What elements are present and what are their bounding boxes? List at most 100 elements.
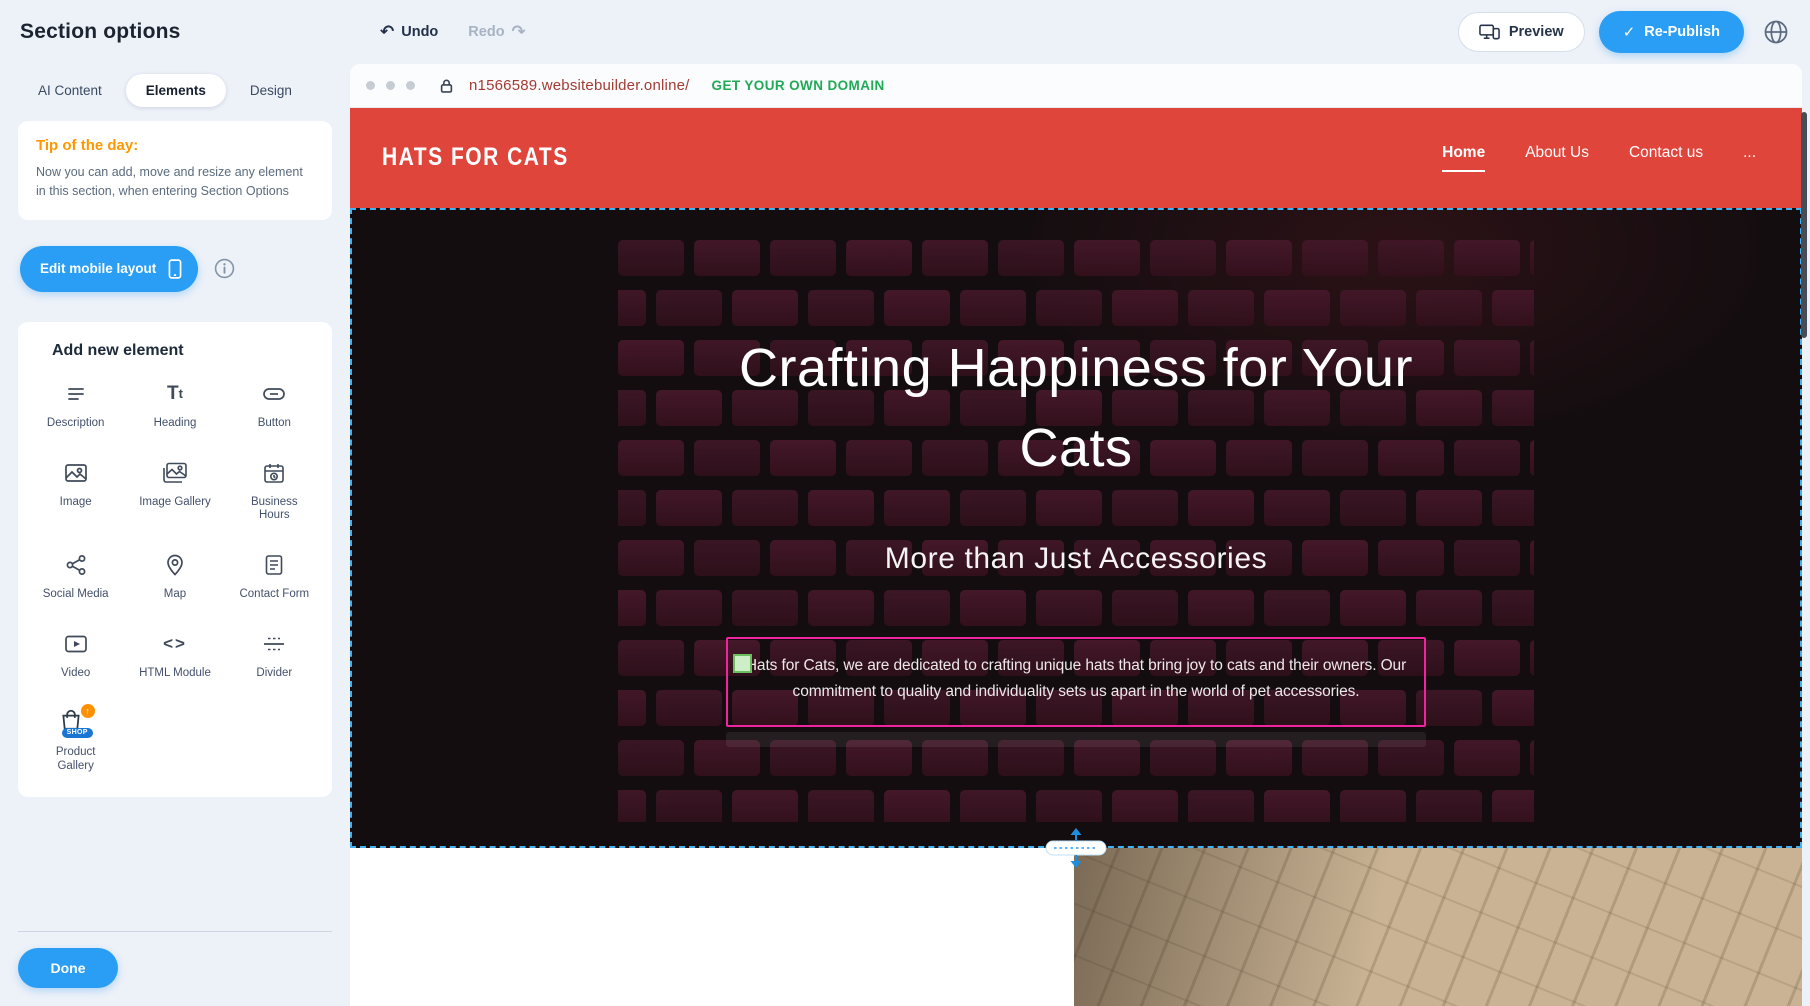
redo-button[interactable]: Redo ↷: [468, 24, 526, 41]
element-grid: Description Tt Heading Button: [26, 378, 324, 774]
add-element-panel: Add new element Description Tt Heading: [18, 322, 332, 798]
vertical-scrollbar[interactable]: [1801, 112, 1807, 338]
nav-item-about-us[interactable]: About Us: [1525, 144, 1589, 172]
brick-row: [618, 490, 1534, 526]
brick: [1264, 790, 1330, 822]
edit-mobile-label: Edit mobile layout: [40, 261, 156, 276]
add-element-heading: Add new element: [52, 342, 324, 360]
element-item-image[interactable]: Image: [26, 457, 125, 524]
republish-button[interactable]: ✓ Re-Publish: [1599, 11, 1744, 53]
redo-icon: ↷: [512, 24, 526, 41]
browser-preview: n1566589.websitebuilder.online/ GET YOUR…: [350, 64, 1802, 1006]
brick: [1264, 590, 1330, 626]
brick: [618, 690, 646, 726]
brick: [1188, 290, 1254, 326]
drag-ghost-strip: [726, 732, 1426, 747]
brick: [1454, 240, 1520, 276]
undo-label: Undo: [401, 24, 438, 40]
element-item-product-gallery[interactable]: SHOP ↑ Product Gallery: [26, 707, 125, 774]
done-button[interactable]: Done: [18, 948, 118, 988]
paragraph-resize-handle[interactable]: [733, 654, 752, 673]
brick: [808, 590, 874, 626]
brick: [1492, 590, 1534, 626]
paragraph-selection-box[interactable]: Hats for Cats, we are dedicated to craft…: [726, 637, 1426, 727]
undo-icon: ↶: [380, 24, 394, 41]
language-globe-button[interactable]: [1762, 18, 1790, 46]
devices-icon: [1479, 24, 1500, 40]
element-item-business-hours[interactable]: Business Hours: [225, 457, 324, 524]
site-nav: Home About Us Contact us ...: [1442, 144, 1756, 172]
element-label: Image Gallery: [139, 496, 211, 510]
element-label: Product Gallery: [37, 746, 115, 774]
edit-mobile-layout-button[interactable]: Edit mobile layout: [20, 246, 198, 292]
hero-paragraph[interactable]: Hats for Cats, we are dedicated to craft…: [744, 653, 1408, 704]
tip-heading: Tip of the day:: [36, 137, 314, 154]
element-item-html-module[interactable]: <> HTML Module: [125, 628, 224, 681]
window-dot: [406, 81, 415, 90]
info-button[interactable]: [214, 258, 235, 279]
brick: [1340, 790, 1406, 822]
site-viewport: HATS FOR CATS Home About Us Contact us .…: [350, 108, 1802, 1006]
tab-design[interactable]: Design: [230, 74, 312, 107]
brick: [618, 390, 646, 426]
sidebar-divider: [18, 931, 332, 932]
brick: [1036, 790, 1102, 822]
brick: [618, 790, 646, 822]
preview-button[interactable]: Preview: [1458, 12, 1585, 52]
element-item-social-media[interactable]: Social Media: [26, 549, 125, 602]
brick: [618, 240, 684, 276]
element-label: HTML Module: [139, 667, 211, 681]
brick: [656, 690, 722, 726]
element-item-map[interactable]: Map: [125, 549, 224, 602]
hero-subheading[interactable]: More than Just Accessories: [352, 542, 1800, 576]
section-height-resize-handle[interactable]: [1030, 827, 1122, 869]
mobile-layout-row: Edit mobile layout: [20, 246, 330, 292]
brick: [618, 290, 646, 326]
brick: [1454, 640, 1520, 676]
brick: [618, 440, 684, 476]
image-icon: [64, 457, 88, 489]
brick: [1036, 290, 1102, 326]
brick: [1264, 490, 1330, 526]
brick: [1530, 740, 1534, 776]
element-item-image-gallery[interactable]: Image Gallery: [125, 457, 224, 524]
element-item-divider[interactable]: Divider: [225, 628, 324, 681]
brick: [732, 590, 798, 626]
brick: [960, 790, 1026, 822]
republish-label: Re-Publish: [1644, 24, 1720, 40]
browser-chrome-bar: n1566589.websitebuilder.online/ GET YOUR…: [350, 64, 1802, 108]
undo-button[interactable]: ↶ Undo: [380, 24, 438, 41]
html-module-icon: <>: [163, 628, 187, 660]
lock-icon: [440, 78, 453, 94]
element-item-heading[interactable]: Tt Heading: [125, 378, 224, 431]
brick: [1492, 790, 1534, 822]
element-item-description[interactable]: Description: [26, 378, 125, 431]
tab-elements[interactable]: Elements: [126, 74, 226, 107]
brick: [1454, 340, 1520, 376]
element-item-button[interactable]: Button: [225, 378, 324, 431]
upgrade-badge-icon: ↑: [81, 704, 95, 718]
nav-item-contact-us[interactable]: Contact us: [1629, 144, 1703, 172]
brick: [1530, 440, 1534, 476]
map-pin-icon: [165, 549, 185, 581]
redo-label: Redo: [468, 24, 504, 40]
nav-item-home[interactable]: Home: [1442, 144, 1485, 172]
element-item-contact-form[interactable]: Contact Form: [225, 549, 324, 602]
window-dot: [366, 81, 375, 90]
hero-heading[interactable]: Crafting Happiness for Your Cats: [726, 328, 1426, 488]
nav-item-more[interactable]: ...: [1743, 144, 1756, 172]
brick: [884, 490, 950, 526]
brick: [1074, 240, 1140, 276]
preview-label: Preview: [1509, 24, 1564, 40]
brick: [808, 490, 874, 526]
brick: [1340, 590, 1406, 626]
brick: [884, 290, 950, 326]
tab-ai-content[interactable]: AI Content: [18, 74, 122, 107]
sidebar: AI Content Elements Design Tip of the da…: [0, 64, 350, 1006]
hero-section-selected[interactable]: Crafting Happiness for Your Cats More th…: [350, 208, 1802, 848]
element-item-video[interactable]: Video: [26, 628, 125, 681]
get-your-own-domain-link[interactable]: GET YOUR OWN DOMAIN: [712, 78, 885, 93]
element-label: Map: [164, 588, 186, 602]
brick: [960, 590, 1026, 626]
brick: [770, 240, 836, 276]
